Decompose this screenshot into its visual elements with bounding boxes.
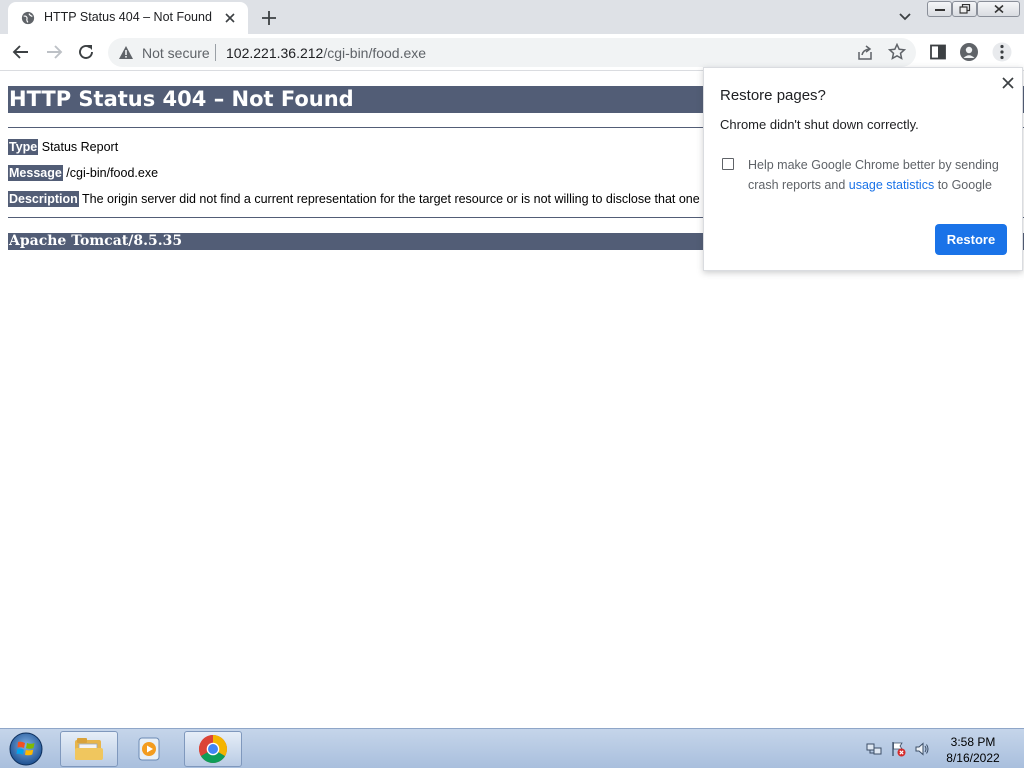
usage-statistics-link[interactable]: usage statistics [849,178,934,192]
action-center-flag-icon[interactable] [890,741,906,757]
message-row: Message /cgi-bin/food.exe [8,165,159,181]
chrome-icon [199,735,227,763]
side-panel-icon[interactable] [928,42,948,62]
restore-pages-dialog: Restore pages? Chrome didn't shut down c… [703,67,1023,271]
more-options-icon[interactable] [992,42,1012,62]
windows-start-icon[interactable] [6,731,46,767]
close-icon[interactable] [1000,75,1016,91]
url-host: 102.221.36.212 [226,45,324,61]
url-path: /cgi-bin/food.exe [323,45,427,61]
system-clock[interactable]: 3:58 PM 8/16/2022 [938,734,1008,766]
share-icon[interactable] [856,44,874,62]
back-arrow-icon[interactable] [10,41,32,63]
taskbar-chrome[interactable] [184,731,242,767]
new-tab-icon[interactable] [258,7,280,29]
type-label: Type [8,139,39,155]
close-window-button[interactable] [977,1,1020,17]
usage-stats-checkbox[interactable] [722,158,734,170]
taskbar: 3:58 PM 8/16/2022 [0,728,1024,768]
profile-avatar-icon[interactable] [959,42,979,62]
minimize-window-button[interactable] [927,1,952,17]
taskbar-explorer[interactable] [60,731,118,767]
folder-icon [75,738,103,760]
tab-title: HTTP Status 404 – Not Found [44,10,212,24]
tab-strip: HTTP Status 404 – Not Found [0,0,1024,34]
network-icon[interactable] [866,741,882,757]
close-tab-icon[interactable] [222,10,238,26]
media-player-icon [138,737,160,761]
close-icon [993,4,1004,14]
type-value: Status Report [41,140,119,154]
description-value: The origin server did not find a current… [82,192,739,206]
clock-time: 3:58 PM [950,735,996,749]
reload-icon[interactable] [75,41,97,63]
minimize-icon [934,9,945,11]
warning-icon[interactable] [118,45,134,60]
url-text[interactable]: 102.221.36.212/cgi-bin/food.exe [226,45,426,61]
type-row: Type Status Report [8,139,119,155]
browser-toolbar: Not secure 102.221.36.212/cgi-bin/food.e… [0,34,1024,94]
restore-window-button[interactable] [952,1,977,17]
dialog-title: Restore pages? [720,87,826,104]
bookmark-star-icon[interactable] [888,43,906,61]
address-bar[interactable]: Not secure 102.221.36.212/cgi-bin/food.e… [108,38,916,67]
checkbox-label: Help make Google Chrome better by sendin… [748,155,1010,195]
message-label: Message [8,165,63,181]
description-row: Description The origin server did not fi… [8,191,739,207]
security-label[interactable]: Not secure [142,45,210,61]
restore-button[interactable]: Restore [935,224,1007,255]
clock-date: 8/16/2022 [946,751,1000,765]
restore-window-icon [959,4,970,14]
volume-icon[interactable] [914,741,930,757]
globe-icon [21,11,35,25]
chevron-down-icon[interactable] [896,8,914,26]
dialog-message: Chrome didn't shut down correctly. [720,117,919,132]
message-value: /cgi-bin/food.exe [66,166,159,180]
checkbox-text-end: to Google [934,178,992,192]
omnibox-divider [215,44,216,61]
taskbar-media-player[interactable] [121,731,179,767]
description-label: Description [8,191,79,207]
forward-arrow-icon[interactable] [43,41,65,63]
browser-tab[interactable]: HTTP Status 404 – Not Found [8,2,248,34]
